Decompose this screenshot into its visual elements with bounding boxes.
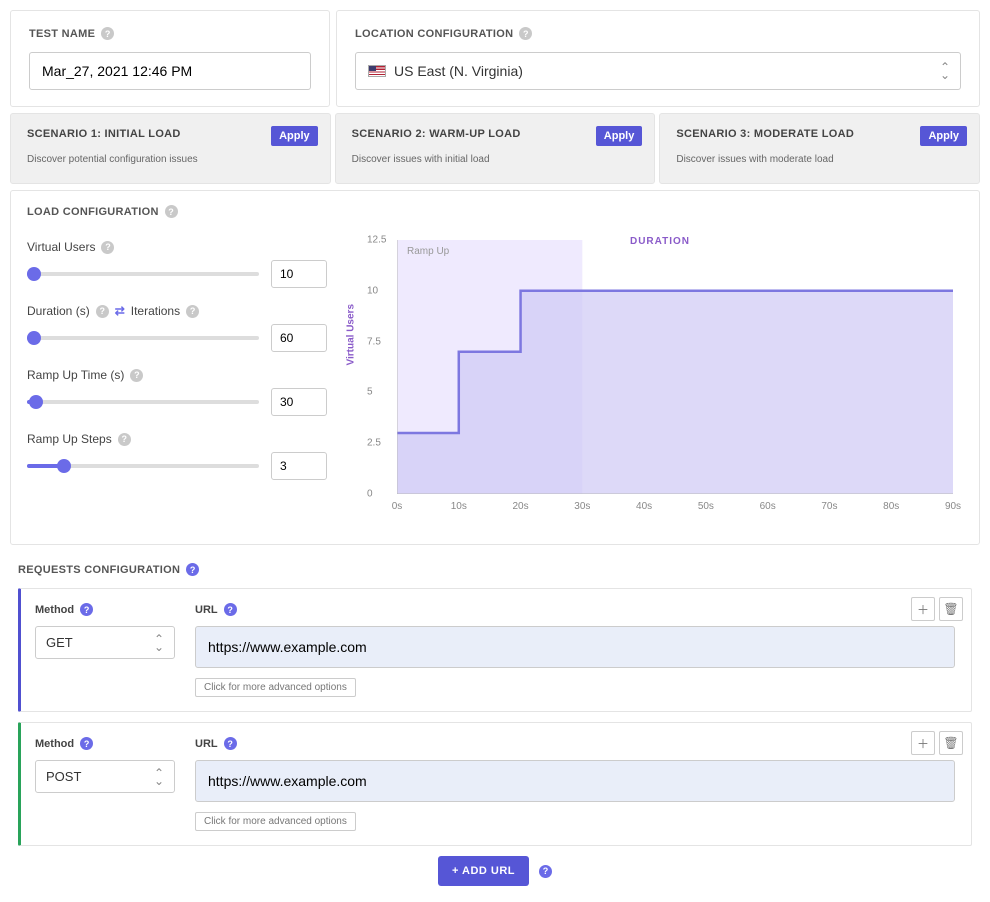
duration-slider[interactable] (27, 336, 259, 340)
apply-button[interactable]: Apply (271, 126, 318, 146)
request-card: ＋ 🗑 Method? POST ⌃⌄ URL? Click for more … (18, 722, 972, 846)
chevron-updown-icon: ⌃⌄ (940, 63, 950, 79)
scenario-desc: Discover potential configuration issues (27, 154, 314, 165)
help-icon[interactable]: ? (118, 433, 131, 446)
help-icon[interactable]: ? (224, 603, 237, 616)
help-icon[interactable]: ? (101, 27, 114, 40)
method-select[interactable]: POST ⌃⌄ (35, 760, 175, 793)
url-input[interactable] (195, 626, 955, 668)
help-icon[interactable]: ? (519, 27, 532, 40)
chart-y-axis-label: Virtual Users (346, 304, 357, 366)
add-icon[interactable]: ＋ (911, 731, 935, 755)
help-icon[interactable]: ? (165, 205, 178, 218)
advanced-options-link[interactable]: Click for more advanced options (195, 678, 356, 697)
us-flag-icon (368, 65, 386, 77)
scenario-desc: Discover issues with moderate load (676, 154, 963, 165)
duration-input[interactable] (271, 324, 327, 352)
help-icon[interactable]: ? (80, 737, 93, 750)
rampup-time-label: Ramp Up Time (s) ? (27, 368, 327, 382)
help-icon[interactable]: ? (186, 305, 199, 318)
help-icon[interactable]: ? (130, 369, 143, 382)
virtual-users-label: Virtual Users ? (27, 240, 327, 254)
help-icon[interactable]: ? (539, 865, 552, 878)
add-url-button[interactable]: + ADD URL (438, 856, 529, 886)
test-name-input[interactable] (29, 52, 311, 90)
load-config-label: LOAD CONFIGURATION ? (27, 205, 963, 218)
rampup-time-slider[interactable] (27, 400, 259, 404)
requests-config-label: REQUESTS CONFIGURATION ? (18, 563, 972, 576)
chevron-updown-icon: ⌃⌄ (154, 769, 164, 785)
load-chart: Virtual Users 02.557.51012.50s10s20s30s4… (357, 230, 963, 530)
scenario-desc: Discover issues with initial load (352, 154, 639, 165)
scenario-row: Apply SCENARIO 1: INITIAL LOAD Discover … (10, 113, 980, 184)
apply-button[interactable]: Apply (596, 126, 643, 146)
duration-label: Duration (s) ? ⇄ Iterations ? (27, 304, 327, 318)
load-config-panel: LOAD CONFIGURATION ? Virtual Users ? (10, 190, 980, 545)
requests-section: REQUESTS CONFIGURATION ? ＋ 🗑 Method? GET… (10, 563, 980, 886)
add-icon[interactable]: ＋ (911, 597, 935, 621)
chart-annotation: Ramp Up (407, 246, 449, 257)
trash-icon[interactable]: 🗑 (939, 731, 963, 755)
scenario-card: Apply SCENARIO 1: INITIAL LOAD Discover … (10, 113, 331, 184)
help-icon[interactable]: ? (80, 603, 93, 616)
help-icon[interactable]: ? (101, 241, 114, 254)
url-input[interactable] (195, 760, 955, 802)
rampup-time-input[interactable] (271, 388, 327, 416)
help-icon[interactable]: ? (186, 563, 199, 576)
chevron-updown-icon: ⌃⌄ (154, 635, 164, 651)
help-icon[interactable]: ? (224, 737, 237, 750)
test-name-label: TEST NAME ? (29, 27, 311, 40)
virtual-users-slider[interactable] (27, 272, 259, 276)
virtual-users-input[interactable] (271, 260, 327, 288)
scenario-card: Apply SCENARIO 3: MODERATE LOAD Discover… (659, 113, 980, 184)
swap-icon[interactable]: ⇄ (115, 304, 125, 318)
location-config-label: LOCATION CONFIGURATION ? (355, 27, 961, 40)
rampup-steps-input[interactable] (271, 452, 327, 480)
request-card: ＋ 🗑 Method? GET ⌃⌄ URL? Click for more a… (18, 588, 972, 712)
location-select[interactable]: US East (N. Virginia) ⌃⌄ (355, 52, 961, 90)
rampup-steps-slider[interactable] (27, 464, 259, 468)
method-select[interactable]: GET ⌃⌄ (35, 626, 175, 659)
apply-button[interactable]: Apply (920, 126, 967, 146)
trash-icon[interactable]: 🗑 (939, 597, 963, 621)
advanced-options-link[interactable]: Click for more advanced options (195, 812, 356, 831)
help-icon[interactable]: ? (96, 305, 109, 318)
rampup-steps-label: Ramp Up Steps ? (27, 432, 327, 446)
scenario-card: Apply SCENARIO 2: WARM-UP LOAD Discover … (335, 113, 656, 184)
